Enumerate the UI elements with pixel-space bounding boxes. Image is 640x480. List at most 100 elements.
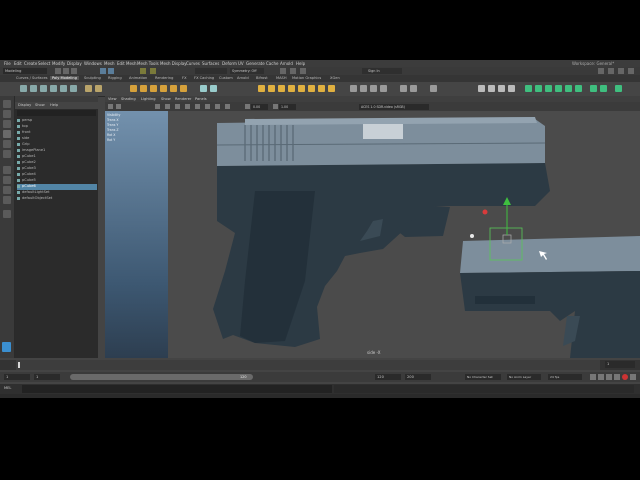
fill-icon[interactable] [360, 85, 367, 92]
four-view-icon[interactable] [3, 176, 11, 184]
menu-edit-mesh[interactable]: Edit Mesh [117, 61, 137, 66]
vp-menu-view[interactable]: View [108, 97, 117, 101]
cleanup-icon[interactable] [350, 85, 357, 92]
poke-icon[interactable] [380, 85, 387, 92]
viewport-canvas[interactable]: side -X [105, 111, 640, 358]
merge-icon[interactable] [170, 85, 177, 92]
shadows-icon[interactable] [205, 104, 210, 109]
vp-menu-lighting[interactable]: Lighting [141, 97, 156, 101]
attribute-editor-icon[interactable] [608, 68, 614, 74]
step-forward-icon[interactable] [614, 374, 620, 380]
poly-cone-icon[interactable] [50, 85, 57, 92]
camera-attr-icon[interactable] [116, 104, 121, 109]
menu-cache[interactable]: Cache [266, 61, 278, 66]
spherical-map-icon[interactable] [508, 85, 515, 92]
menu-modify[interactable]: Modify [52, 61, 65, 66]
ipr-render-icon[interactable] [290, 68, 296, 74]
poly-torus-icon[interactable] [70, 85, 77, 92]
gamma-field[interactable]: 1.00 [279, 103, 296, 110]
vp-menu-panels[interactable]: Panels [195, 97, 207, 101]
shelf-tab-fx-caching[interactable]: FX Caching [194, 76, 214, 80]
timeline-track[interactable] [16, 360, 600, 370]
cylindrical-map-icon[interactable] [498, 85, 505, 92]
poly-sphere-icon[interactable] [20, 85, 27, 92]
manipulator-pivot[interactable] [470, 234, 474, 238]
render-settings-icon[interactable] [300, 68, 306, 74]
edge-loop-icon[interactable] [210, 85, 217, 92]
offset-loop-icon[interactable] [328, 85, 335, 92]
playback-end-field[interactable]: 120 [375, 374, 401, 380]
uv-editor-icon[interactable] [478, 85, 485, 92]
multi-cut-icon[interactable] [180, 85, 187, 92]
menu-generate[interactable]: Generate [246, 61, 265, 66]
lights-icon[interactable] [195, 104, 200, 109]
modeling-toolkit-icon[interactable] [598, 68, 604, 74]
symmetry-dropdown[interactable]: Symmetry: Off [230, 68, 264, 74]
menu-curves[interactable]: Curves [186, 61, 200, 66]
wireframe-icon[interactable] [165, 104, 170, 109]
outliner-layout-icon[interactable] [3, 186, 11, 194]
menu-create[interactable]: Create [24, 61, 37, 66]
graph-layout-icon[interactable] [3, 196, 11, 204]
menu-mesh-display[interactable]: Mesh Display [160, 61, 187, 66]
command-input[interactable] [22, 385, 332, 393]
outliner-menu-help[interactable]: Help [50, 103, 58, 107]
snap-grid-icon[interactable] [140, 68, 146, 74]
relax-brush-icon[interactable] [615, 85, 622, 92]
start-frame-field[interactable]: 1 [4, 374, 30, 380]
smooth-shade-icon[interactable] [175, 104, 180, 109]
snap-curve-icon[interactable] [150, 68, 156, 74]
smooth-icon[interactable] [258, 85, 265, 92]
menu-mesh[interactable]: Mesh [104, 61, 115, 66]
fill-hole-icon[interactable] [160, 85, 167, 92]
planar-map-icon[interactable] [488, 85, 495, 92]
menu-windows[interactable]: Windows [84, 61, 102, 66]
single-view-icon[interactable] [3, 166, 11, 174]
menu-arnold[interactable]: Arnold [280, 61, 293, 66]
lasso-tool-icon[interactable] [3, 110, 11, 118]
mirror-icon[interactable] [278, 85, 285, 92]
save-scene-icon[interactable] [71, 68, 77, 74]
workspace-menuset[interactable]: Modeling [3, 68, 47, 74]
rotate-tool-icon[interactable] [3, 140, 11, 148]
outliner-search-field[interactable] [17, 110, 96, 116]
exposure-field[interactable]: 0.00 [251, 103, 268, 110]
shelf-tab-fx[interactable]: FX [182, 76, 187, 80]
auto-map-icon[interactable] [525, 85, 532, 92]
grid-icon[interactable] [155, 104, 160, 109]
menu-deform[interactable]: Deform [222, 61, 237, 66]
new-scene-icon[interactable] [55, 68, 61, 74]
second-pistol-slide[interactable] [460, 236, 640, 273]
textured-icon[interactable] [185, 104, 190, 109]
sew-icon[interactable] [555, 85, 562, 92]
auto-key-icon[interactable] [622, 374, 628, 380]
time-slider[interactable]: 1 [0, 360, 640, 370]
shelf-tab-animation[interactable]: Animation [129, 76, 147, 80]
append-icon[interactable] [370, 85, 377, 92]
step-back-icon[interactable] [598, 374, 604, 380]
vp-menu-renderer[interactable]: Renderer [175, 97, 191, 101]
combine-icon[interactable] [85, 85, 92, 92]
playback-start-field[interactable]: 1 [34, 374, 60, 380]
xray-icon[interactable] [215, 104, 220, 109]
menu-file[interactable]: File [4, 61, 11, 66]
vp-menu-show[interactable]: Show [161, 97, 171, 101]
select-by-hierarchy-icon[interactable] [100, 68, 106, 74]
channel-box-icon[interactable] [628, 68, 634, 74]
open-scene-icon[interactable] [63, 68, 69, 74]
gamma-icon[interactable] [273, 104, 278, 109]
current-frame-marker[interactable] [18, 362, 20, 368]
target-weld-icon[interactable] [200, 85, 207, 92]
shelf-tab-poly-modeling[interactable]: Poly Modeling [50, 76, 79, 80]
current-frame-field[interactable]: 1 [605, 361, 635, 368]
render-icon[interactable] [280, 68, 286, 74]
shelf-tab-arnold[interactable]: Arnold [237, 76, 249, 80]
collapse-icon[interactable] [410, 85, 417, 92]
unfold-icon[interactable] [535, 85, 542, 92]
sign-in-button[interactable]: Sign In [362, 68, 402, 74]
camera-icon[interactable] [108, 104, 113, 109]
spin-edge-icon[interactable] [430, 85, 437, 92]
poly-cube-icon[interactable] [30, 85, 37, 92]
poly-cylinder-icon[interactable] [40, 85, 47, 92]
extrude-icon[interactable] [130, 85, 137, 92]
